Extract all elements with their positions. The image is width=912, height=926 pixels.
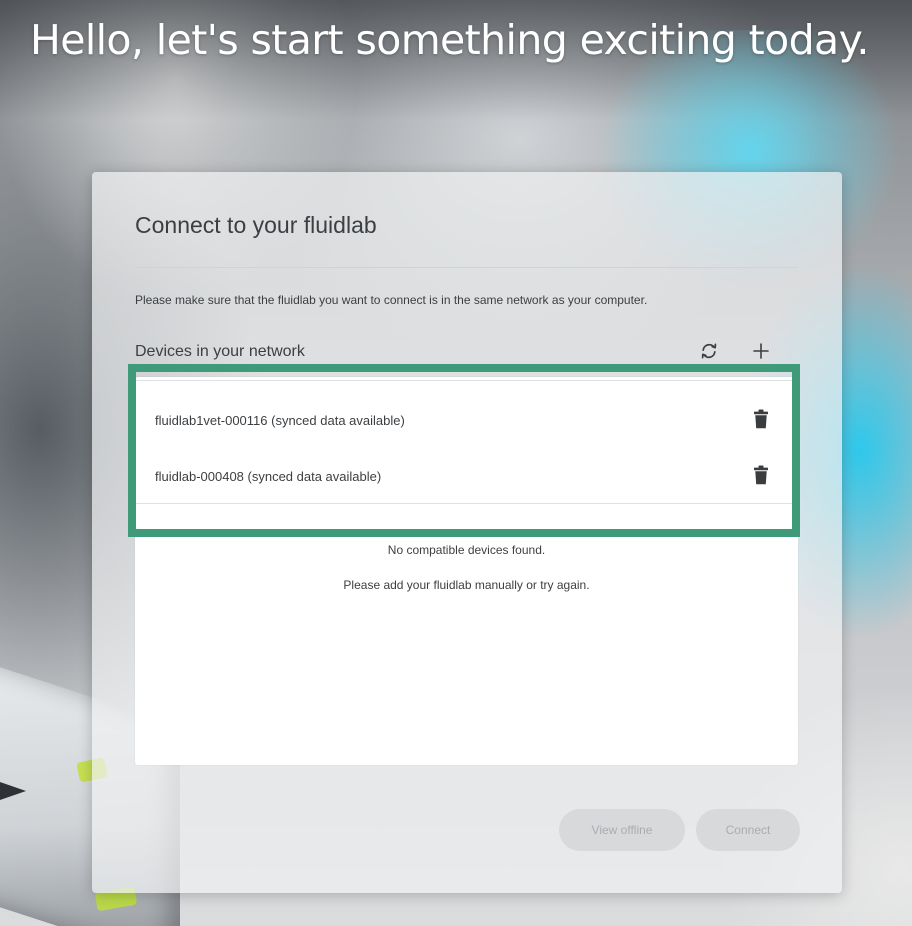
title-divider bbox=[135, 267, 798, 268]
network-info-text: Please make sure that the fluidlab you w… bbox=[135, 293, 648, 307]
trash-icon bbox=[754, 409, 768, 429]
pointer-image bbox=[0, 782, 26, 800]
refresh-button[interactable] bbox=[696, 338, 722, 364]
refresh-icon bbox=[701, 343, 717, 359]
device-name: fluidlab1vet-000116 (synced data availab… bbox=[155, 413, 405, 428]
plus-icon bbox=[753, 343, 769, 359]
trash-icon bbox=[754, 465, 768, 485]
device-name: fluidlab-000408 (synced data available) bbox=[155, 469, 382, 484]
device-row[interactable]: fluidlab1vet-000116 (synced data availab… bbox=[135, 399, 798, 443]
dialog-title: Connect to your fluidlab bbox=[135, 212, 377, 238]
delete-device-button[interactable] bbox=[749, 407, 773, 431]
list-divider bbox=[135, 380, 798, 381]
device-list-panel: fluidlab1vet-000116 (synced data availab… bbox=[135, 377, 798, 765]
add-manually-hint: Please add your fluidlab manually or try… bbox=[343, 578, 590, 592]
device-row[interactable]: fluidlab-000408 (synced data available) bbox=[135, 455, 798, 499]
no-devices-message: No compatible devices found. bbox=[387, 543, 546, 557]
connect-button[interactable]: Connect bbox=[696, 809, 800, 851]
view-offline-button[interactable]: View offline bbox=[559, 809, 685, 851]
delete-device-button[interactable] bbox=[749, 463, 773, 487]
add-device-button[interactable] bbox=[748, 338, 774, 364]
welcome-headline: Hello, let's start something exciting to… bbox=[30, 16, 869, 64]
list-divider bbox=[135, 503, 798, 504]
connect-dialog: Connect to your fluidlab Please make sur… bbox=[92, 172, 842, 893]
devices-section-label: Devices in your network bbox=[135, 343, 305, 360]
